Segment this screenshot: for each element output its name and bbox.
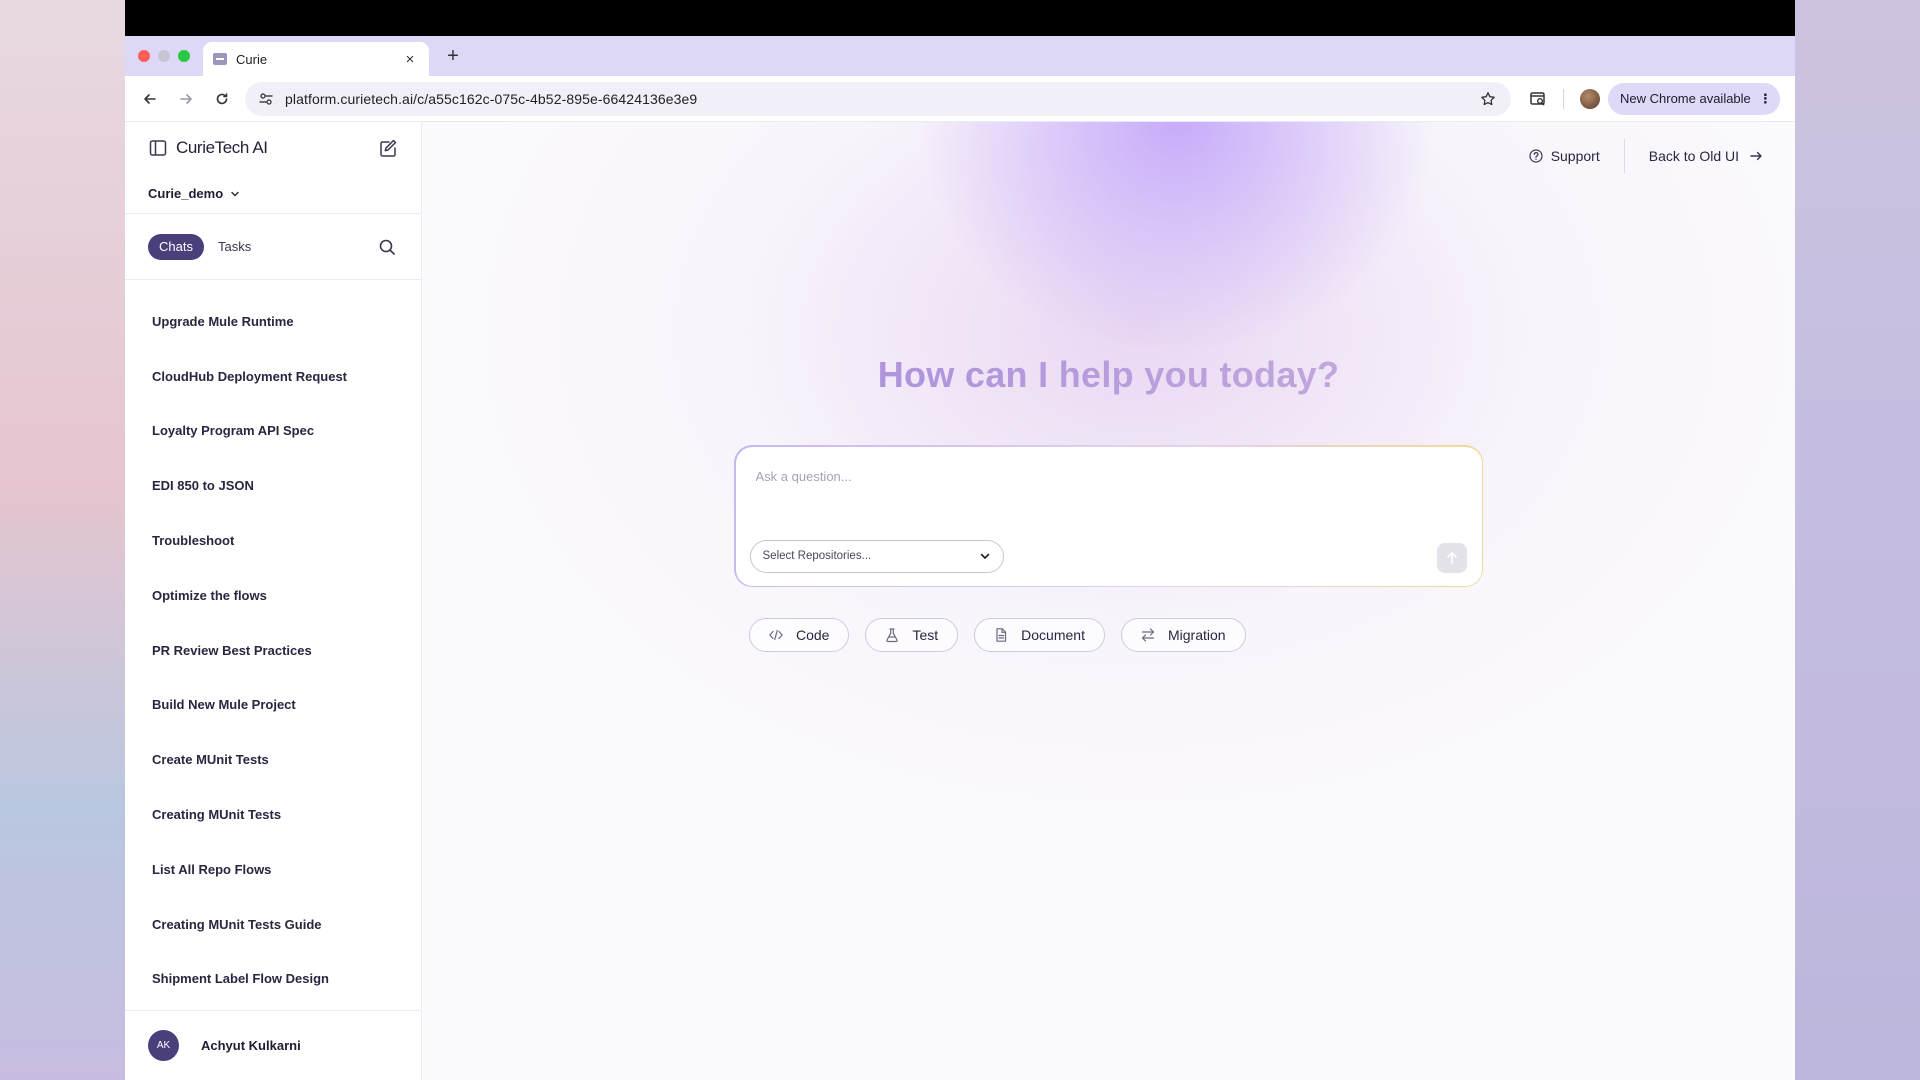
chat-history-item[interactable]: Build New Mule Project xyxy=(125,678,421,733)
quick-action-chips: Code Test Document Migration xyxy=(749,618,1246,652)
browser-window: Curie × + platform.curietech.ai/c/a55c16… xyxy=(125,0,1795,1080)
back-to-old-ui-label: Back to Old UI xyxy=(1648,148,1739,164)
flask-icon xyxy=(884,627,900,643)
search-tab-icon[interactable] xyxy=(1521,82,1555,116)
swap-icon xyxy=(1140,627,1156,643)
sidebar-toggle-icon[interactable] xyxy=(148,138,168,158)
maximize-window-button[interactable] xyxy=(178,50,190,62)
repository-select-label: Select Repositories... xyxy=(762,550,872,562)
back-button[interactable] xyxy=(133,82,167,116)
bookmark-star-icon[interactable] xyxy=(1477,88,1499,110)
chevron-down-icon xyxy=(230,189,240,199)
reload-button[interactable] xyxy=(205,82,239,116)
tab-close-icon[interactable]: × xyxy=(401,51,419,68)
code-chip-label: Code xyxy=(796,627,830,643)
more-menu-icon[interactable]: ⋮ xyxy=(1759,91,1772,107)
chat-history-item[interactable]: Create MUnit Tests xyxy=(125,732,421,787)
arrow-right-icon xyxy=(1749,149,1763,163)
chat-history-item[interactable]: Shipment Label Flow Design xyxy=(125,952,421,1007)
migration-chip[interactable]: Migration xyxy=(1120,618,1246,652)
repository-select[interactable]: Select Repositories... xyxy=(749,539,1004,573)
window-controls xyxy=(138,50,190,62)
tab-chats[interactable]: Chats xyxy=(148,233,204,260)
support-button[interactable]: Support xyxy=(1529,148,1624,164)
brand-logo: CurieTech AI xyxy=(176,138,268,157)
top-actions: Support Back to Old UI xyxy=(1529,139,1763,173)
chat-history-item[interactable]: Troubleshoot xyxy=(125,513,421,568)
code-chip[interactable]: Code xyxy=(749,618,850,652)
document-chip[interactable]: Document xyxy=(974,618,1105,652)
chat-history-item[interactable]: Loyalty Program API Spec xyxy=(125,404,421,459)
document-icon xyxy=(993,627,1009,643)
workspace-name: Curie_demo xyxy=(148,186,224,201)
chevron-down-icon xyxy=(979,550,991,562)
update-label: New Chrome available xyxy=(1620,91,1751,106)
arrow-left-icon xyxy=(144,93,156,104)
forward-button[interactable] xyxy=(169,82,203,116)
welcome-headline: How can I help you today? xyxy=(422,354,1795,396)
minimize-window-button[interactable] xyxy=(158,50,170,62)
main-panel: Support Back to Old UI How can I help yo… xyxy=(422,122,1795,1080)
url-text[interactable]: platform.curietech.ai/c/a55c162c-075c-4b… xyxy=(285,91,1477,107)
send-button[interactable] xyxy=(1436,542,1467,573)
chat-history-list: Upgrade Mule Runtime CloudHub Deployment… xyxy=(125,280,421,1006)
sidebar-header: CurieTech AI xyxy=(125,122,421,174)
tab-tasks[interactable]: Tasks xyxy=(204,234,265,260)
code-icon xyxy=(768,627,784,643)
question-input[interactable] xyxy=(755,468,1316,484)
chat-composer: Select Repositories... xyxy=(734,445,1483,587)
curie-favicon-icon xyxy=(213,53,227,65)
desktop-background-left xyxy=(0,0,125,1080)
new-tab-button[interactable]: + xyxy=(439,42,467,70)
reload-icon xyxy=(216,92,228,104)
profile-avatar[interactable] xyxy=(1580,88,1600,109)
test-chip-label: Test xyxy=(912,627,939,643)
avatar: AK xyxy=(148,1030,179,1061)
site-settings-icon[interactable] xyxy=(257,90,275,108)
back-to-old-ui-button[interactable]: Back to Old UI xyxy=(1625,148,1763,164)
document-chip-label: Document xyxy=(1021,627,1085,643)
chat-history-item[interactable]: PR Review Best Practices xyxy=(125,623,421,678)
browser-tab-curie[interactable]: Curie × xyxy=(203,42,429,76)
toolbar-separator xyxy=(1563,88,1564,109)
migration-chip-label: Migration xyxy=(1167,627,1226,643)
screen-top-bar xyxy=(125,0,1795,36)
chat-history-item[interactable]: Creating MUnit Tests xyxy=(125,787,421,842)
chrome-update-button[interactable]: New Chrome available ⋮ xyxy=(1608,82,1780,115)
help-circle-icon xyxy=(1529,149,1543,163)
chat-history-item[interactable]: Creating MUnit Tests Guide xyxy=(125,897,421,952)
tab-title: Curie xyxy=(236,51,268,67)
chat-history-item[interactable]: List All Repo Flows xyxy=(125,842,421,897)
chat-history-item[interactable]: Upgrade Mule Runtime xyxy=(125,294,421,349)
close-window-button[interactable] xyxy=(138,50,150,62)
app-container: CurieTech AI Curie_demo Chats Tasks Upgr… xyxy=(125,122,1795,1080)
test-chip[interactable]: Test xyxy=(865,618,959,652)
desktop-background-right xyxy=(1795,0,1920,1080)
support-label: Support xyxy=(1550,148,1600,164)
address-bar[interactable]: platform.curietech.ai/c/a55c162c-075c-4b… xyxy=(245,81,1511,116)
search-icon[interactable] xyxy=(376,236,398,258)
user-name: Achyut Kulkarni xyxy=(201,1038,301,1053)
arrow-up-icon xyxy=(1446,551,1457,564)
sidebar-tabs: Chats Tasks xyxy=(125,214,421,280)
chat-history-item[interactable]: CloudHub Deployment Request xyxy=(125,349,421,404)
workspace-selector[interactable]: Curie_demo xyxy=(125,174,421,214)
new-chat-edit-icon[interactable] xyxy=(377,137,399,159)
sidebar: CurieTech AI Curie_demo Chats Tasks Upgr… xyxy=(125,122,422,1080)
user-profile[interactable]: AK Achyut Kulkarni xyxy=(125,1010,421,1080)
chat-history-item[interactable]: EDI 850 to JSON xyxy=(125,458,421,513)
browser-toolbar: platform.curietech.ai/c/a55c162c-075c-4b… xyxy=(125,76,1795,122)
tab-strip: Curie × + xyxy=(125,36,1795,76)
chat-history-item[interactable]: Optimize the flows xyxy=(125,568,421,623)
arrow-right-icon xyxy=(180,93,192,104)
